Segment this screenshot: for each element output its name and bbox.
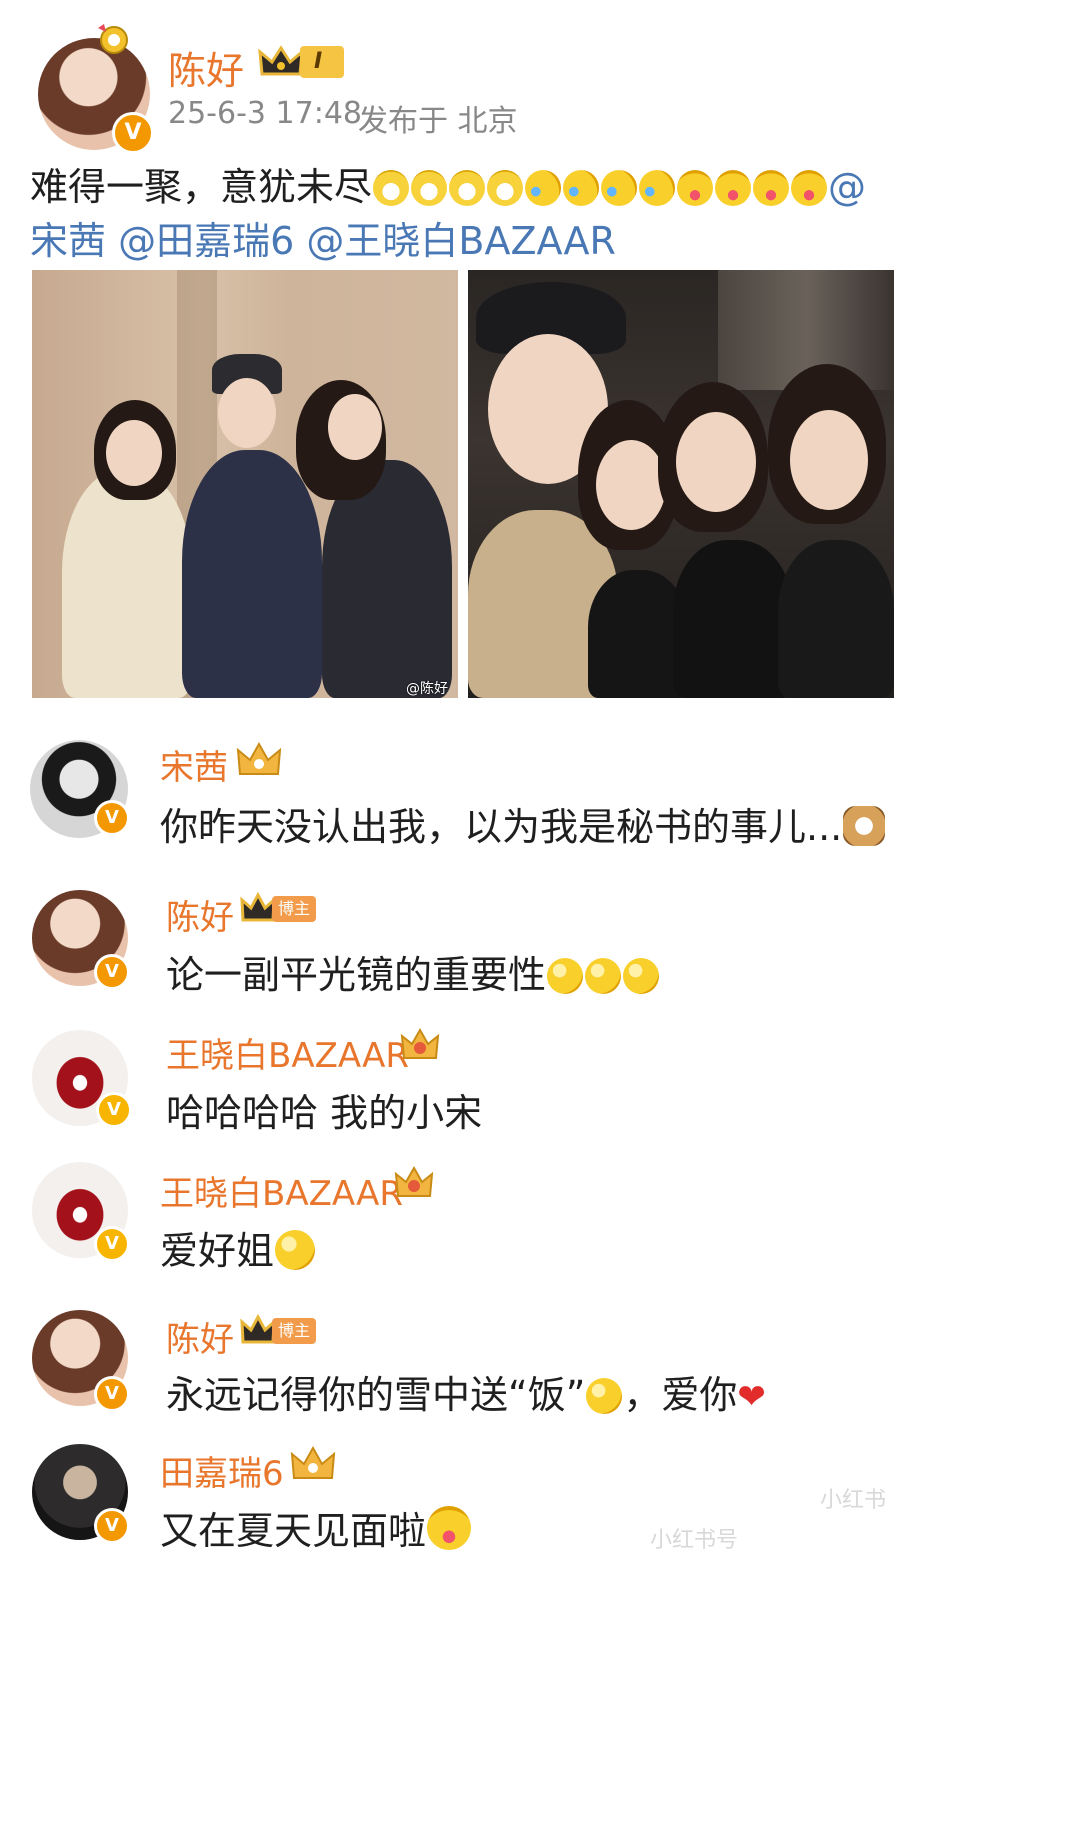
avatar-decoration-icon: [98, 24, 128, 54]
blogger-badge: 博主: [272, 896, 317, 922]
post-timestamp: 25-6-3 17:48: [168, 96, 362, 131]
cat-icon: [843, 806, 886, 846]
glasses-face-icon: [547, 958, 584, 994]
comment-text: 永远记得你的雪中送“饭” ，爱你❤: [166, 1373, 766, 1417]
tongue-face-icon: [427, 1506, 472, 1550]
verified-badge-icon: V: [94, 1376, 130, 1412]
mask-face-icon: [449, 170, 486, 206]
verified-badge-icon: V: [94, 954, 130, 990]
crown-icon: [394, 1165, 434, 1197]
kiss-face-icon: [275, 1230, 316, 1270]
mention-at-sign[interactable]: @: [828, 165, 866, 209]
glasses-face-icon: [585, 958, 622, 994]
corner-watermark: 小红书: [820, 1488, 887, 1513]
mask-face-icon: [487, 170, 524, 206]
comment-author-name[interactable]: 宋茜: [160, 740, 228, 789]
laugh-tear-icon: [525, 170, 562, 206]
comment-author-name[interactable]: 田嘉瑞6: [160, 1446, 284, 1495]
laugh-tear-icon: [639, 170, 676, 206]
yum-face-icon: [753, 170, 790, 206]
comment-author-name[interactable]: 王晓白BAZAAR: [166, 1028, 409, 1077]
post-text-main: 难得一聚，意犹未尽: [30, 165, 373, 209]
crown-icon: [240, 892, 276, 922]
verified-badge-icon: V: [112, 112, 154, 154]
post-photo-1[interactable]: @陈好: [32, 270, 458, 698]
post-photo-2[interactable]: [468, 270, 894, 698]
crown-icon: [240, 1314, 276, 1344]
post-content: 难得一聚，意犹未尽 @ 宋茜 @田嘉瑞6 @王晓白BAZAAR: [30, 160, 930, 268]
comment-text: 哈哈哈哈 我的小宋: [166, 1091, 483, 1135]
yum-face-icon: [677, 170, 714, 206]
laugh-tear-icon: [563, 170, 600, 206]
bottom-watermark: 小红书号: [650, 1528, 739, 1553]
crown-icon: [258, 45, 304, 76]
verified-badge-icon: V: [94, 1508, 130, 1544]
post-location: 发布于 北京: [358, 104, 518, 139]
photo-watermark: @陈好: [406, 681, 448, 697]
comment-text: 爱好姐: [160, 1220, 316, 1275]
crown-icon: [236, 741, 282, 775]
post-author-name[interactable]: 陈好: [168, 40, 244, 95]
mask-face-icon: [373, 170, 410, 206]
glasses-face-icon: [623, 958, 660, 994]
mask-face-icon: [411, 170, 448, 206]
comment-author-name[interactable]: 陈好: [166, 1312, 234, 1361]
verified-badge-icon: V: [94, 800, 130, 836]
yum-face-icon: [791, 170, 828, 206]
mention-song-qian[interactable]: 宋茜: [30, 219, 106, 263]
blogger-badge: 博主: [272, 1318, 317, 1344]
thinking-face-icon: [586, 1378, 623, 1414]
comment-text: 又在夏天见面啦: [160, 1500, 472, 1555]
mention-wang-xiaobai[interactable]: @王晓白BAZAAR: [306, 219, 616, 263]
yum-face-icon: [715, 170, 752, 206]
mention-tian-jiarui[interactable]: @田嘉瑞6: [118, 219, 294, 263]
verified-badge-icon: V: [96, 1092, 132, 1128]
heart-icon: ❤: [737, 1377, 766, 1417]
comment-text: 你昨天没认出我，以为我是秘书的事儿...: [160, 796, 886, 851]
crown-icon: [400, 1027, 440, 1059]
comment-author-name[interactable]: 陈好: [166, 890, 234, 939]
laugh-tear-icon: [601, 170, 638, 206]
verified-badge-icon: V: [94, 1226, 130, 1262]
comment-author-name[interactable]: 王晓白BAZAAR: [160, 1166, 403, 1215]
level-badge: I: [300, 46, 345, 78]
comment-text: 论一副平光镜的重要性: [166, 944, 660, 999]
crown-icon: [290, 1445, 336, 1479]
